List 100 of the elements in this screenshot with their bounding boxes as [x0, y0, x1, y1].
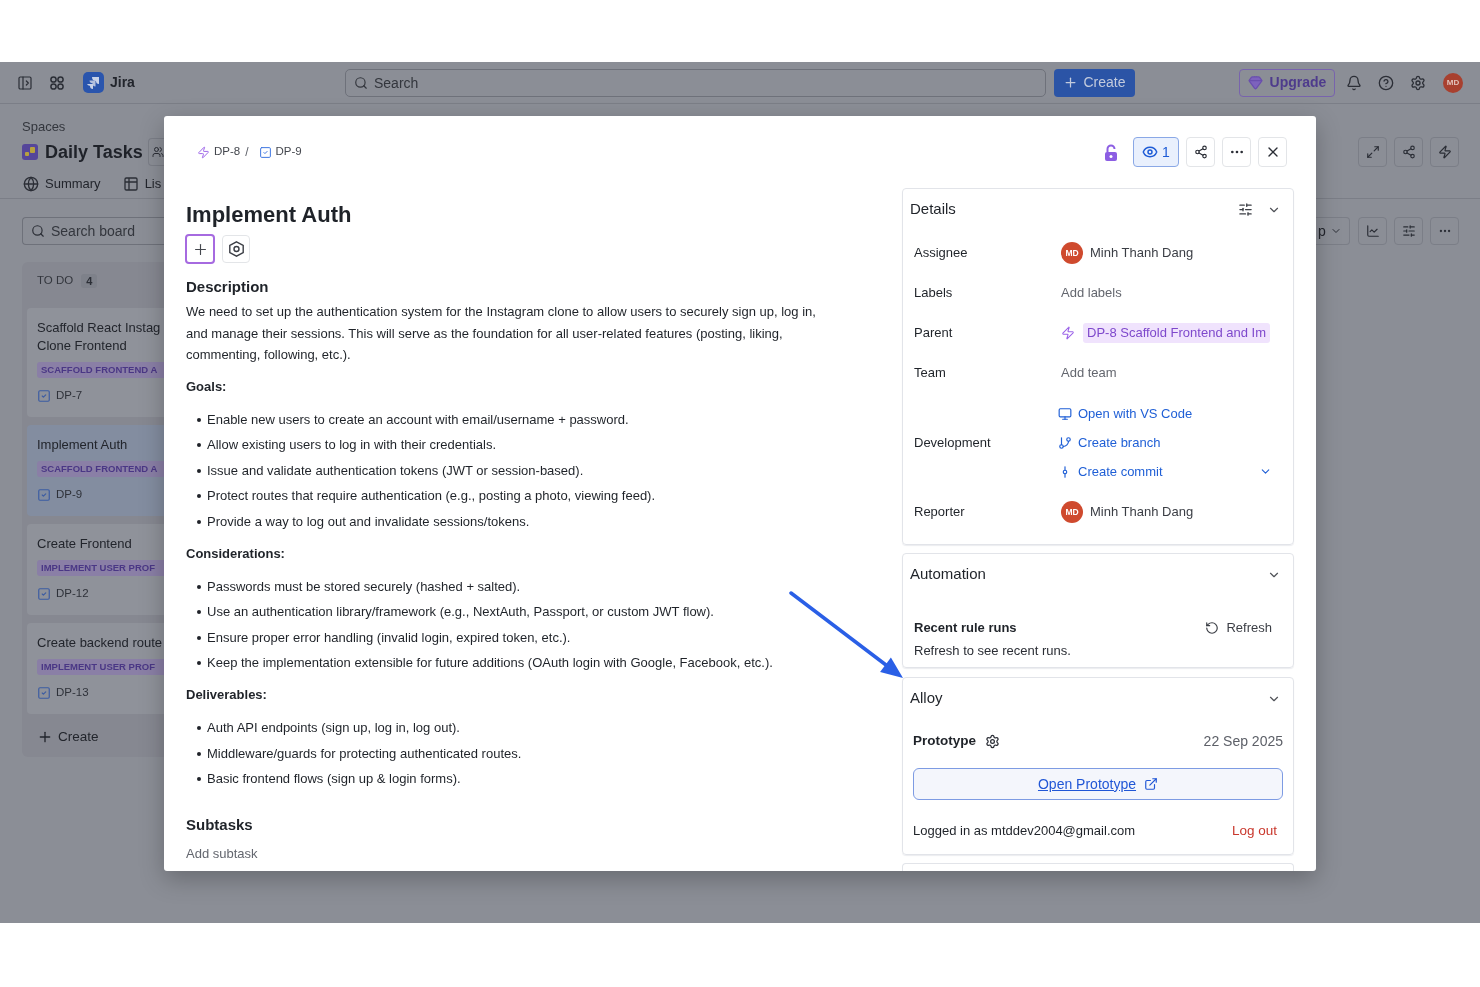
- field-label: Reporter: [914, 503, 965, 522]
- field-placeholder[interactable]: Add team: [1061, 363, 1117, 383]
- help-icon[interactable]: [1378, 74, 1394, 91]
- nav-tab[interactable]: Summary: [23, 174, 101, 194]
- automation-button[interactable]: [1430, 137, 1459, 167]
- bullet-icon: [197, 443, 201, 447]
- bullet-text: Passwords must be stored securely (hashed + salted).: [207, 577, 521, 596]
- breadcrumb-link[interactable]: Spaces: [22, 119, 66, 135]
- product-name[interactable]: Jira: [110, 72, 135, 93]
- issue-key[interactable]: DP-9: [56, 486, 83, 504]
- logout-link[interactable]: Log out: [1231, 820, 1277, 842]
- logo-icon[interactable]: [83, 72, 104, 93]
- checkbox-icon: [37, 389, 51, 403]
- settings-icon[interactable]: [985, 733, 1000, 749]
- bullet-icon: [197, 635, 201, 640]
- bullet-icon: [197, 610, 201, 614]
- people-icon: [151, 146, 164, 158]
- insights-button[interactable]: [1358, 217, 1387, 245]
- search-field[interactable]: Search board: [22, 217, 164, 245]
- issue-key[interactable]: DP-12: [56, 585, 89, 603]
- nav-tab[interactable]: Lis: [122, 174, 162, 194]
- avatar: MD: [1061, 501, 1083, 523]
- add-subtask-link[interactable]: Add subtask: [186, 844, 258, 864]
- issue-key[interactable]: DP-13: [56, 684, 89, 702]
- section-heading: Recent rule runs: [914, 619, 1017, 638]
- user-name[interactable]: Minh Thanh Dang: [1090, 243, 1194, 263]
- monitor-icon: [1058, 406, 1072, 421]
- open-prototype-button[interactable]: Open Prototype: [913, 768, 1283, 800]
- gem-icon: [1247, 75, 1263, 90]
- close-button[interactable]: [1258, 137, 1287, 167]
- watch-button[interactable]: 1: [1133, 137, 1179, 167]
- parent-link[interactable]: DP-8 Scaffold Frontend and Im: [1083, 323, 1270, 343]
- checkbox-icon: [37, 587, 51, 601]
- issue-card[interactable]: Implement Auth SCAFFOLD FRONTEND A DP-9: [27, 425, 164, 516]
- section-heading: Prototype: [913, 731, 976, 750]
- bullet-text: Protect routes that require authentication (e.g., posting a photo, viewing feed).: [207, 487, 656, 505]
- issue-card[interactable]: Scaffold React Instag Clone Frontend SCAFFOLD FRONTEND A DP-7: [27, 308, 164, 417]
- dev-link[interactable]: Open with VS Code: [1078, 403, 1193, 424]
- lightning-icon: [197, 145, 210, 159]
- issue-card[interactable]: Create Frontend IMPLEMENT USER PROF DP-12: [27, 524, 164, 615]
- people-button[interactable]: [147, 138, 164, 166]
- panel-title: Alloy: [910, 688, 943, 709]
- space-title: Daily Tasks: [45, 140, 143, 164]
- card-title: Create backend route: [37, 634, 164, 652]
- field-label: Assignee: [914, 244, 968, 263]
- sliders-icon: [1401, 224, 1416, 238]
- user-name[interactable]: Minh Thanh Dang: [1090, 502, 1194, 522]
- plus-icon: [37, 729, 53, 745]
- bullet-icon: [197, 751, 201, 756]
- view-settings-button[interactable]: [1394, 217, 1423, 245]
- search-icon: [354, 75, 368, 90]
- search-field[interactable]: Search: [345, 68, 1046, 97]
- login-status: Logged in as mtddev2004@gmail.com: [913, 822, 1136, 841]
- section-heading: Subtasks: [186, 815, 253, 835]
- line-chart-icon: [1365, 224, 1380, 238]
- date-text: 22 Sep 2025: [1203, 731, 1283, 751]
- add-button[interactable]: [185, 234, 215, 264]
- upgrade-button[interactable]: Upgrade: [1239, 68, 1335, 97]
- card-title: Scaffold React Instag Clone Frontend: [37, 319, 162, 355]
- section-heading: Considerations:: [186, 544, 285, 563]
- section-heading: Deliverables:: [186, 686, 267, 704]
- field-label: Parent: [914, 324, 953, 343]
- breadcrumb-link[interactable]: DP-8: [197, 143, 241, 161]
- checkbox-icon: [37, 686, 51, 700]
- share-icon: [1193, 145, 1208, 159]
- breadcrumb-link[interactable]: DP-9: [258, 143, 302, 161]
- epic-tag: SCAFFOLD FRONTEND A: [37, 362, 164, 378]
- status-text: Refresh to see recent runs.: [914, 642, 1071, 660]
- apps-button[interactable]: [222, 235, 250, 263]
- avatar: MD: [1443, 72, 1463, 93]
- field-label: Development: [914, 433, 991, 452]
- epic-tag: IMPLEMENT USER PROF: [37, 560, 164, 576]
- bullet-text: Middleware/guards for protecting authenticated routes.: [207, 744, 522, 763]
- dev-link[interactable]: Create commit: [1078, 461, 1163, 482]
- apps-grid-icon[interactable]: [50, 75, 64, 90]
- avatar: MD: [1061, 242, 1083, 264]
- expand-icon: [1365, 145, 1380, 159]
- refresh-icon: [1205, 621, 1220, 635]
- project-icon: [22, 144, 38, 160]
- description-text: We need to set up the authentication system for the Instagram clone to allow users to securely sign up, log in, and manage their sessions. This will serve as the foundation for all user-related features (posting, liking, commenting, following, etc.).: [186, 303, 817, 364]
- issue-key[interactable]: DP-7: [56, 387, 83, 405]
- field-placeholder[interactable]: Add labels: [1061, 283, 1122, 303]
- table-icon: [122, 176, 139, 192]
- bullet-text: Basic frontend flows (sign up & login forms).: [207, 770, 461, 788]
- create-button[interactable]: Create: [37, 727, 99, 747]
- notifications-icon[interactable]: [1346, 74, 1362, 91]
- bullet-text: Provide a way to log out and invalidate sessions/tokens.: [207, 512, 530, 531]
- sliders-icon[interactable]: [1238, 202, 1253, 217]
- padlock-icon[interactable]: [1104, 143, 1118, 161]
- issue-card[interactable]: Create backend route IMPLEMENT USER PROF DP-13: [27, 623, 164, 714]
- share-icon: [1401, 145, 1416, 159]
- sidebar-toggle-icon[interactable]: [17, 74, 33, 91]
- panel-title: Details: [910, 199, 956, 220]
- dev-link[interactable]: Create branch: [1078, 432, 1161, 453]
- refresh-button[interactable]: Refresh: [1199, 616, 1278, 640]
- bullet-text: Enable new users to create an account with email/username + password.: [207, 410, 629, 429]
- bullet-icon: [197, 661, 201, 665]
- create-button[interactable]: Create: [1054, 68, 1135, 97]
- expand-button[interactable]: [1358, 137, 1387, 167]
- bullet-icon: [197, 519, 201, 524]
